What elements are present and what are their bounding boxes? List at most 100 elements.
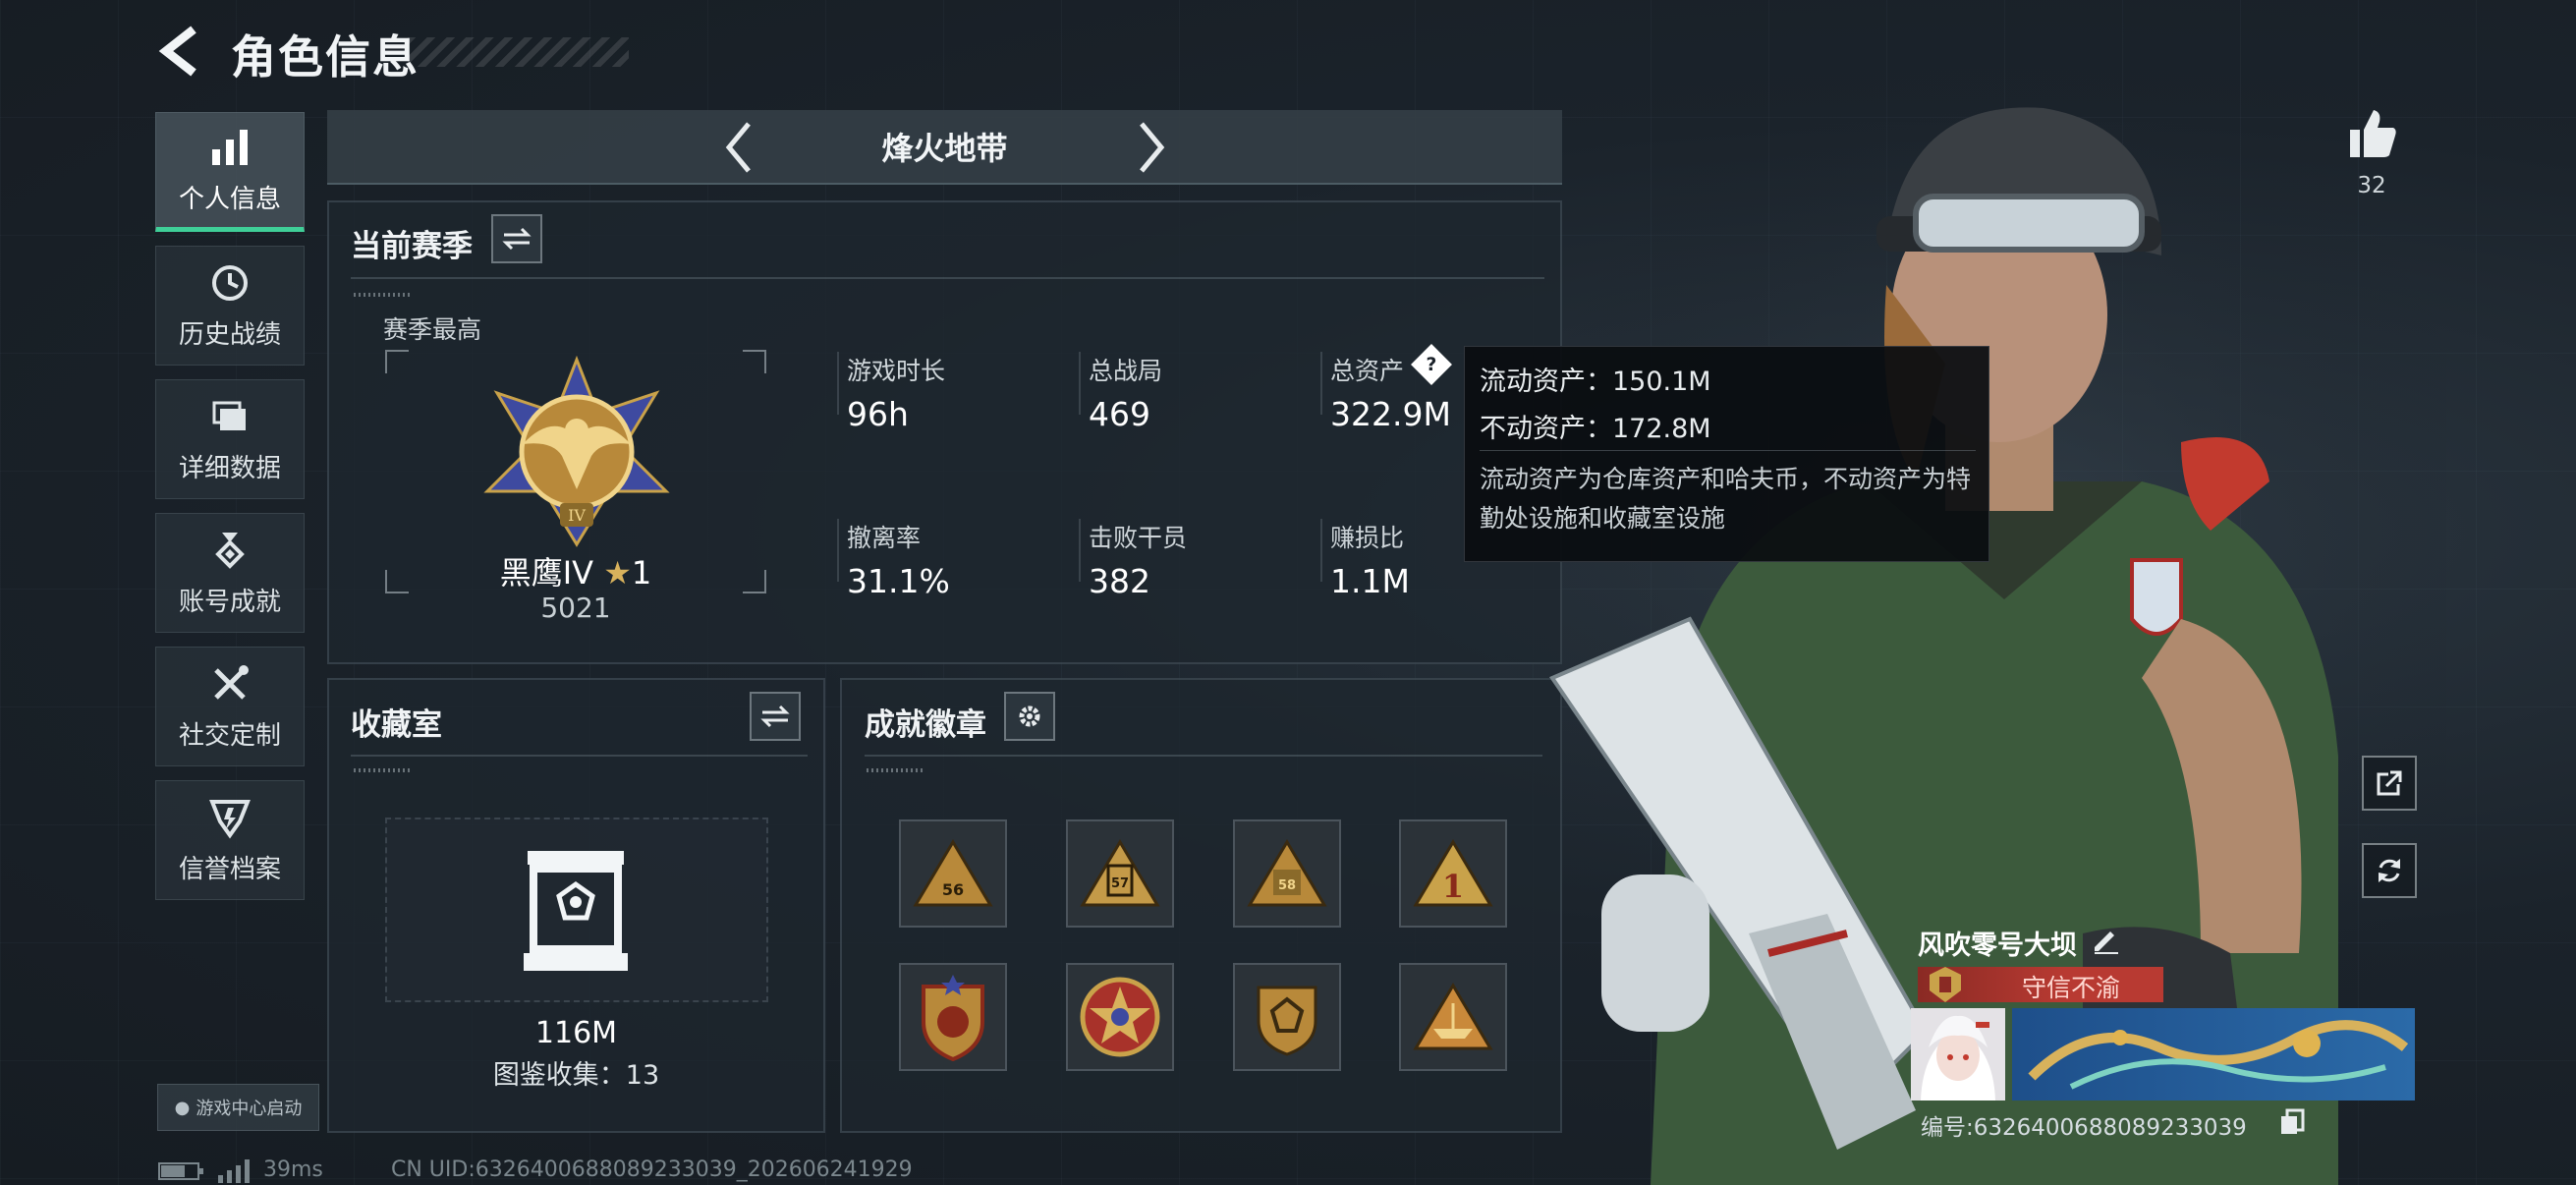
- stat-label-playtime: 游戏时长: [847, 357, 946, 385]
- thumbs-up-icon[interactable]: [2344, 106, 2399, 161]
- collection-value: 116M: [534, 1016, 618, 1050]
- tick-decoration: [867, 768, 925, 772]
- achievement-settings-button[interactable]: [1004, 692, 1055, 741]
- back-arrow-icon[interactable]: [152, 22, 211, 81]
- refresh-button[interactable]: [2362, 843, 2417, 898]
- stat-separator: [1079, 519, 1081, 582]
- rank-emblem-icon: IV: [483, 355, 670, 547]
- stat-value-total-matches: 469: [1089, 395, 1150, 433]
- sidebar-item-label: 详细数据: [178, 453, 281, 483]
- ping-value: 39ms: [263, 1157, 323, 1182]
- stat-label-profit-ratio: 赚损比: [1330, 524, 1405, 552]
- collection-title: 收藏室: [351, 707, 442, 743]
- sidebar-item-credit[interactable]: 信誉档案: [155, 780, 305, 900]
- rank-name: 黑鹰IV: [499, 554, 594, 592]
- switch-arrows-icon: [502, 227, 532, 251]
- share-button[interactable]: [2362, 756, 2417, 811]
- stat-label-total-assets: 总资产: [1330, 357, 1405, 385]
- badge-number: 57: [1111, 876, 1129, 891]
- tick-decoration: [354, 293, 413, 297]
- stat-separator: [837, 519, 839, 582]
- credit-icon: [209, 799, 251, 838]
- prev-mode-arrow-icon[interactable]: [711, 118, 770, 177]
- tick-decoration: [354, 768, 413, 772]
- signal-icon: [218, 1159, 250, 1183]
- badge-gem-shield[interactable]: [1233, 963, 1341, 1071]
- badge-57[interactable]: 57: [1066, 819, 1174, 928]
- copy-icon[interactable]: [2279, 1108, 2305, 1136]
- mode-label: 烽火地带: [881, 130, 1008, 167]
- tooltip-note: 流动资产为仓库资产和哈夫币，不动资产为特勤处设施和收藏室设施: [1480, 465, 1972, 533]
- battery-icon: [158, 1162, 203, 1180]
- rank-score: 5021: [540, 592, 611, 624]
- badge-shield-star[interactable]: [899, 963, 1007, 1071]
- season-best-label: 赛季最高: [383, 315, 482, 344]
- tools-icon: [214, 664, 249, 700]
- sidebar-item-achievements[interactable]: 账号成就: [155, 513, 305, 633]
- game-center-launch-button[interactable]: ● 游戏中心启动: [157, 1084, 319, 1131]
- badge-58[interactable]: 58: [1233, 819, 1341, 928]
- history-clock-icon: [212, 264, 248, 301]
- collection-count: 图鉴收集：13: [492, 1060, 660, 1091]
- player-name: 风吹零号大坝: [1918, 931, 2077, 961]
- shield-star-badge-icon: [922, 975, 984, 1061]
- folder-icon: [212, 401, 246, 430]
- stat-value-kills: 382: [1089, 562, 1150, 600]
- tooltip-divider: [1480, 450, 1976, 451]
- edit-pencil-icon[interactable]: [2091, 926, 2120, 955]
- season-title: 当前赛季: [351, 229, 473, 264]
- svg-text:IV: IV: [568, 506, 586, 525]
- title-decoration: [408, 37, 629, 67]
- bar-chart-icon: [212, 129, 248, 165]
- badge-number: 56: [942, 880, 964, 899]
- sidebar-item-detail-data[interactable]: 详细数据: [155, 379, 305, 499]
- medal-icon: [215, 532, 245, 569]
- sidebar-item-label: 社交定制: [178, 720, 281, 751]
- launch-label: 游戏中心启动: [196, 1099, 303, 1119]
- badge-56[interactable]: 56: [899, 819, 1007, 928]
- round-star-badge-icon: [1080, 977, 1160, 1057]
- honor-badge-icon: [1930, 967, 1961, 1002]
- switch-collection-button[interactable]: [750, 692, 801, 741]
- gem-shield-badge-icon: [1257, 986, 1317, 1056]
- switch-season-button[interactable]: [491, 214, 542, 263]
- sidebar-item-label: 信誉档案: [178, 854, 281, 884]
- star-icon: ★: [603, 554, 632, 592]
- next-mode-arrow-icon[interactable]: [1120, 118, 1179, 177]
- stat-separator: [1320, 519, 1322, 582]
- footer-uid: CN UID:6326400688089233039_202606241929: [391, 1157, 913, 1182]
- switch-arrows-icon: [760, 705, 790, 728]
- stat-value-extract-rate: 31.1%: [847, 562, 950, 600]
- stat-separator: [837, 352, 839, 415]
- stat-label-total-matches: 总战局: [1089, 357, 1163, 385]
- rank-stars: 1: [631, 554, 652, 592]
- frame-corner: [743, 350, 766, 373]
- player-uid: 编号:6326400688089233039: [1921, 1115, 2247, 1141]
- divider: [865, 755, 1542, 757]
- page-title: 角色信息: [231, 30, 420, 84]
- user-icon: ●: [174, 1097, 191, 1118]
- stat-value-total-assets: 322.9M: [1330, 395, 1451, 433]
- badge-number: 58: [1278, 878, 1296, 893]
- stat-separator: [1320, 352, 1322, 415]
- divider: [351, 755, 808, 757]
- frame-corner: [385, 570, 409, 593]
- share-icon: [2377, 770, 2402, 796]
- sidebar-item-history[interactable]: 历史战绩: [155, 246, 305, 366]
- gear-icon: [1019, 705, 1040, 727]
- sidebar-item-personal-info[interactable]: 个人信息: [155, 112, 305, 232]
- avatar[interactable]: [1911, 1008, 2005, 1100]
- frame-corner: [385, 350, 409, 373]
- sidebar-item-label: 账号成就: [178, 587, 281, 617]
- sidebar-item-social-custom[interactable]: 社交定制: [155, 647, 305, 766]
- triangle-badge-icon: 57: [1080, 839, 1160, 907]
- refresh-icon: [2379, 859, 2400, 882]
- achievements-title: 成就徽章: [865, 707, 986, 743]
- rank-name-row: 黑鹰IV ★1: [432, 548, 719, 593]
- name-card-banner[interactable]: [2012, 1008, 2415, 1100]
- triangle-badge-icon: 56: [913, 839, 993, 907]
- badge-round-star[interactable]: [1066, 963, 1174, 1071]
- honor-title: 守信不渝: [2021, 974, 2120, 1002]
- stat-value-profit-ratio: 1.1M: [1330, 562, 1410, 600]
- sidebar-item-label: 历史战绩: [178, 319, 281, 350]
